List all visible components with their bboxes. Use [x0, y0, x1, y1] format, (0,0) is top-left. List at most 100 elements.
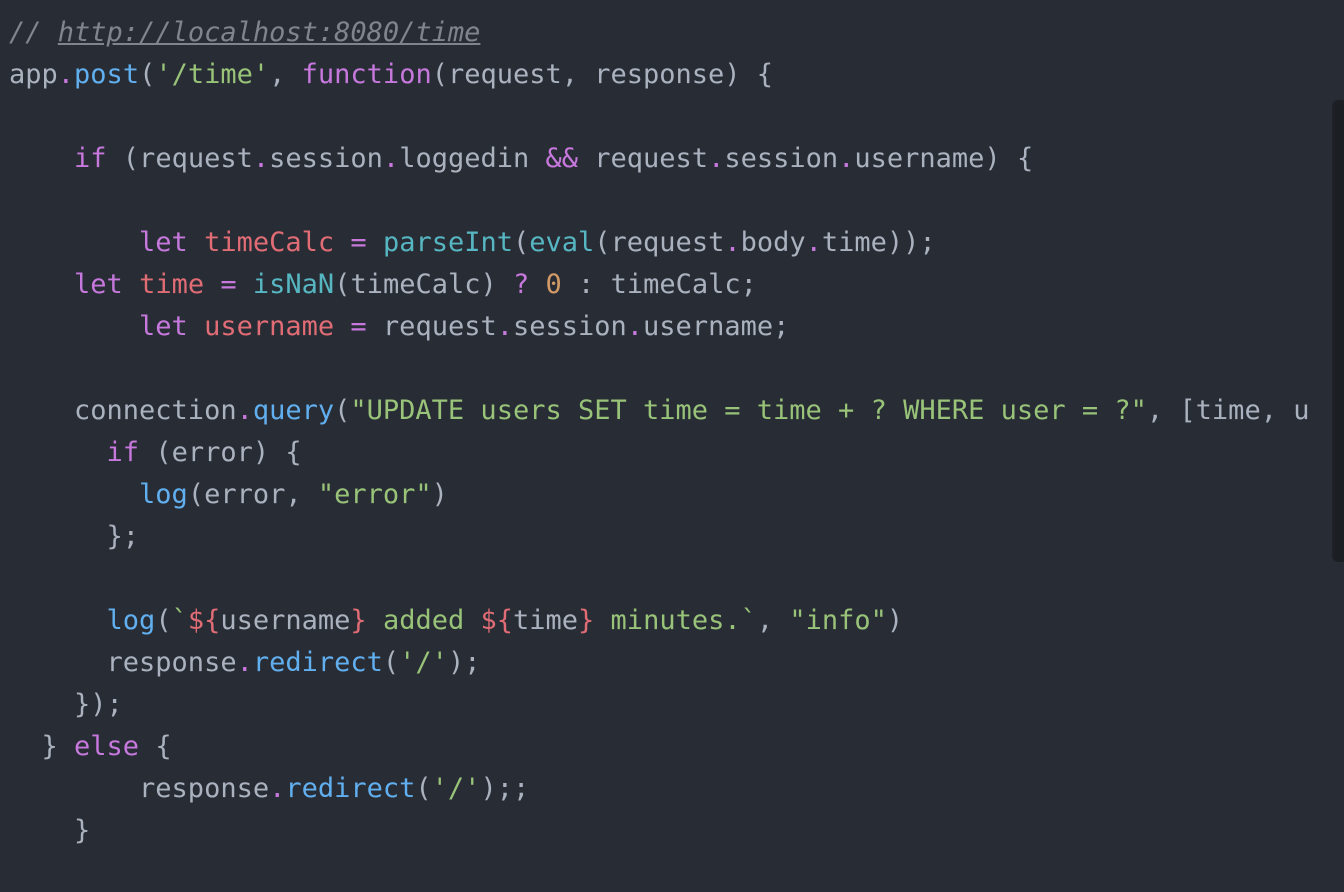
code-area[interactable]: // http://localhost:8080/time app.post('/…	[9, 12, 1309, 852]
code-token-plain: (request	[594, 227, 725, 258]
code-token-plain: );	[447, 647, 481, 678]
code-token-string: "UPDATE users SET time = time + ? WHERE …	[350, 395, 1147, 426]
code-token-interp: }	[350, 605, 367, 636]
code-line[interactable]: let time = isNaN(timeCalc) ? 0 : timeCal…	[9, 264, 1309, 306]
code-token-plain: ,	[756, 605, 790, 636]
code-token-plain: (request, response) {	[431, 59, 774, 90]
code-token-string: "error"	[317, 479, 432, 510]
code-token-string: added	[366, 605, 481, 636]
scrollbar-thumb[interactable]	[1334, 100, 1344, 562]
code-token-keyword: =	[350, 227, 367, 258]
code-token-plain: username;	[643, 311, 790, 342]
code-token-variable: username	[204, 311, 335, 342]
code-token-plain: session	[269, 143, 383, 174]
code-line[interactable]: ​	[9, 348, 1309, 390]
code-token-punct: .	[838, 143, 855, 174]
code-line[interactable]: ​	[9, 558, 1309, 600]
code-token-string: minutes.`	[594, 605, 757, 636]
code-token-string: '/'	[431, 773, 481, 804]
code-token-plain: (	[334, 395, 351, 426]
code-token-plain: response	[9, 773, 270, 804]
code-token-punct: .	[57, 59, 75, 90]
code-line[interactable]: } else {	[9, 726, 1309, 768]
code-token-punct: .	[626, 311, 644, 342]
code-token-punct: .	[724, 227, 741, 258]
code-token-punct: .	[236, 647, 253, 678]
code-token-plain: (timeCalc)	[334, 269, 513, 300]
code-token-plain: session	[512, 311, 627, 342]
code-token-keyword: let	[139, 227, 188, 258]
code-token-plain: }	[9, 815, 91, 846]
code-token-plain: session	[724, 143, 839, 174]
code-token-variable: time	[139, 269, 205, 300]
code-line[interactable]: if (request.session.loggedin && request.…	[9, 138, 1309, 180]
code-token-keyword: function	[301, 59, 432, 90]
code-line[interactable]: log(`${username} added ${time} minutes.`…	[9, 600, 1309, 642]
code-line[interactable]: // http://localhost:8080/time	[9, 12, 1309, 54]
code-token-string: '/time'	[155, 59, 270, 90]
code-token-interp: ${	[187, 605, 221, 636]
code-token-plain: request	[578, 143, 709, 174]
code-line[interactable]: let username = request.session.username;	[9, 306, 1309, 348]
code-token-plain: (error) {	[139, 437, 302, 468]
code-line[interactable]: log(error, "error")	[9, 474, 1309, 516]
code-token-punct: .	[269, 773, 286, 804]
code-token-function: redirect	[252, 647, 383, 678]
code-line[interactable]: }	[9, 810, 1309, 852]
code-token-plain: )	[431, 479, 448, 510]
code-token-punct: .	[496, 311, 513, 342]
code-line[interactable]: };	[9, 516, 1309, 558]
code-token-plain: ,	[269, 59, 302, 90]
code-token-plain: request	[366, 311, 497, 342]
code-token-plain: : timeCalc;	[561, 269, 757, 300]
code-line[interactable]: let timeCalc = parseInt(eval(request.bod…	[9, 222, 1309, 264]
code-token-plain: body	[740, 227, 806, 258]
code-token-punct: .	[252, 143, 270, 174]
code-line[interactable]: app.post('/time', function(request, resp…	[9, 54, 1309, 96]
code-token-plain: (	[155, 605, 172, 636]
code-line[interactable]: response.redirect('/');;	[9, 768, 1309, 810]
code-editor[interactable]: // http://localhost:8080/time app.post('/…	[0, 0, 1344, 892]
code-token-plain: };	[9, 521, 140, 552]
code-line[interactable]: ​	[9, 180, 1309, 222]
code-line[interactable]: connection.query("UPDATE users SET time …	[9, 390, 1309, 432]
code-line[interactable]: });	[9, 684, 1309, 726]
code-token-plain: )	[886, 605, 904, 636]
code-token-plain: }	[9, 731, 75, 762]
code-token-string: '/'	[399, 647, 448, 678]
code-token-plain: (	[415, 773, 432, 804]
code-token-function: query	[252, 395, 335, 426]
code-token-keyword: &&	[545, 143, 579, 174]
code-token-function: redirect	[285, 773, 416, 804]
code-token-builtin: parseInt	[382, 227, 513, 258]
code-token-plain: (	[139, 59, 156, 90]
code-token-plain: (	[512, 227, 530, 258]
code-token-builtin: eval	[529, 227, 595, 258]
code-token-plain: loggedin	[399, 143, 546, 174]
code-line[interactable]: if (error) {	[9, 432, 1309, 474]
code-token-punct: .	[382, 143, 400, 174]
code-token-keyword: if	[74, 143, 107, 174]
code-token-function: post	[74, 59, 140, 90]
code-line[interactable]: response.redirect('/');	[9, 642, 1309, 684]
code-token-interp: ${	[480, 605, 513, 636]
vertical-scrollbar[interactable]	[1332, 100, 1344, 562]
code-token-plain: , [time, u	[1146, 395, 1310, 426]
code-line[interactable]: ​	[9, 96, 1309, 138]
code-token-plain: (error,	[187, 479, 318, 510]
code-token-plain: time));	[821, 227, 936, 258]
